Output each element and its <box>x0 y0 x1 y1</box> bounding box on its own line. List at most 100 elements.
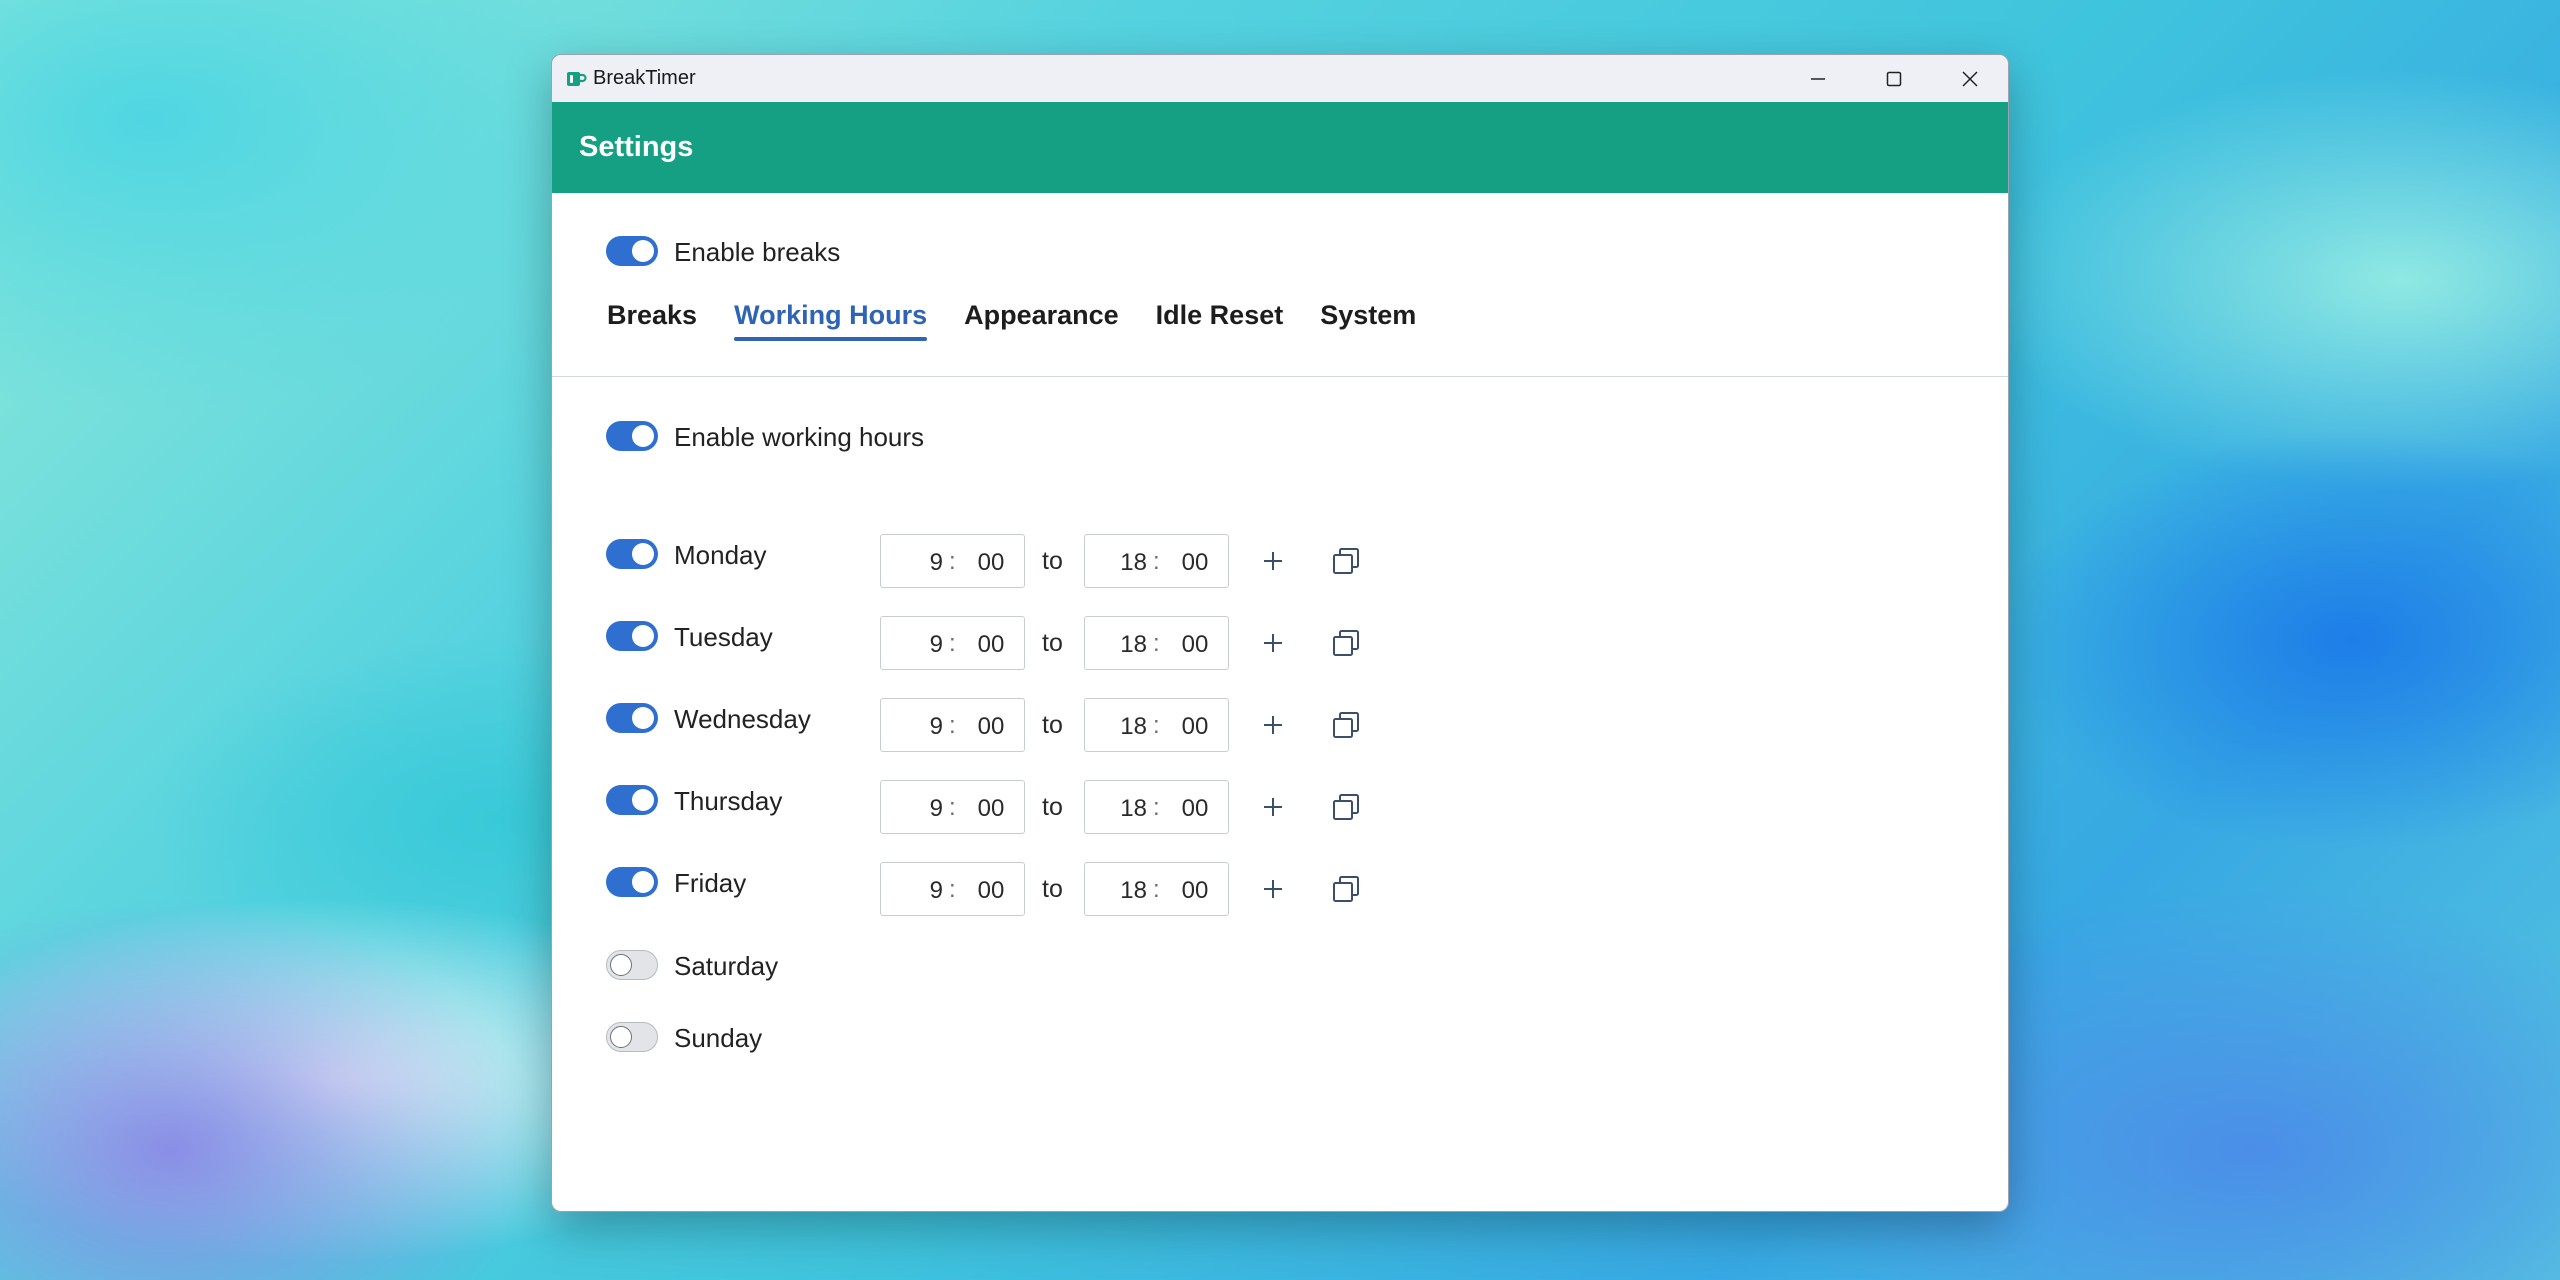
minute-field[interactable]: 00 <box>1173 549 1217 577</box>
time-separator: : <box>1153 876 1160 903</box>
day-toggle-friday[interactable] <box>606 867 658 897</box>
end-time-input[interactable]: 18:00 <box>1084 534 1229 588</box>
day-toggle-thursday[interactable] <box>606 785 658 815</box>
start-time-input[interactable]: 9:00 <box>880 780 1025 834</box>
time-separator: : <box>949 630 956 657</box>
settings-tabs: Breaks Working Hours Appearance Idle Res… <box>607 300 1453 341</box>
minute-field[interactable]: 00 <box>969 795 1013 823</box>
minute-field[interactable]: 00 <box>1173 795 1217 823</box>
toggle-knob <box>610 954 632 976</box>
add-range-button[interactable] <box>1256 626 1290 660</box>
minute-field[interactable]: 00 <box>969 631 1013 659</box>
toggle-knob <box>632 240 654 262</box>
minimize-icon <box>1811 77 1825 80</box>
minute-field[interactable]: 00 <box>969 877 1013 905</box>
copy-hours-button[interactable] <box>1329 626 1363 660</box>
enable-breaks-label: Enable breaks <box>674 237 841 267</box>
copy-hours-button[interactable] <box>1329 708 1363 742</box>
plus-icon <box>1264 798 1282 816</box>
end-time-input[interactable]: 18:00 <box>1084 862 1229 916</box>
tab-idle-reset[interactable]: Idle Reset <box>1156 300 1284 341</box>
time-separator: : <box>1153 712 1160 739</box>
toggle-knob <box>632 789 654 811</box>
toggle-knob <box>632 625 654 647</box>
start-time-input[interactable]: 9:00 <box>880 862 1025 916</box>
hour-field[interactable]: 9 <box>881 795 943 823</box>
day-toggle-saturday[interactable] <box>606 950 658 980</box>
start-time-input[interactable]: 9:00 <box>880 616 1025 670</box>
start-time-input[interactable]: 9:00 <box>880 698 1025 752</box>
enable-working-hours-toggle[interactable] <box>606 421 658 451</box>
close-button[interactable] <box>1932 55 2008 102</box>
day-toggle-tuesday[interactable] <box>606 621 658 651</box>
end-time-input[interactable]: 18:00 <box>1084 616 1229 670</box>
start-time-input[interactable]: 9:00 <box>880 534 1025 588</box>
day-label: Monday <box>674 540 767 570</box>
hour-field[interactable]: 9 <box>881 631 943 659</box>
minute-field[interactable]: 00 <box>1173 631 1217 659</box>
add-range-button[interactable] <box>1256 790 1290 824</box>
day-label: Wednesday <box>674 704 811 734</box>
settings-header: Settings <box>552 102 2008 193</box>
toggle-knob <box>632 707 654 729</box>
time-separator: : <box>949 548 956 575</box>
hour-field[interactable]: 18 <box>1085 549 1147 577</box>
copy-hours-button[interactable] <box>1329 790 1363 824</box>
maximize-button[interactable] <box>1856 55 1932 102</box>
hour-field[interactable]: 18 <box>1085 713 1147 741</box>
to-label: to <box>1042 793 1063 821</box>
page-title: Settings <box>579 131 694 163</box>
day-label: Thursday <box>674 786 783 816</box>
time-separator: : <box>1153 794 1160 821</box>
app-title: BreakTimer <box>593 67 696 89</box>
day-toggle-sunday[interactable] <box>606 1022 658 1052</box>
day-label: Sunday <box>674 1023 763 1053</box>
end-time-input[interactable]: 18:00 <box>1084 780 1229 834</box>
hour-field[interactable]: 9 <box>881 713 943 741</box>
title-bar[interactable]: BreakTimer <box>552 55 2008 102</box>
coffee-cup-icon <box>565 68 587 90</box>
hour-field[interactable]: 9 <box>881 877 943 905</box>
day-label: Friday <box>674 868 747 898</box>
time-separator: : <box>949 876 956 903</box>
close-icon <box>1962 70 1978 87</box>
tab-breaks[interactable]: Breaks <box>607 300 697 341</box>
toggle-knob <box>632 425 654 447</box>
to-label: to <box>1042 547 1063 575</box>
tab-appearance[interactable]: Appearance <box>964 300 1119 341</box>
plus-icon <box>1264 716 1282 734</box>
copy-icon <box>1333 548 1359 574</box>
toggle-knob <box>610 1026 632 1048</box>
toggle-knob <box>632 543 654 565</box>
minute-field[interactable]: 00 <box>1173 877 1217 905</box>
copy-icon <box>1333 712 1359 738</box>
copy-icon <box>1333 630 1359 656</box>
time-separator: : <box>949 712 956 739</box>
end-time-input[interactable]: 18:00 <box>1084 698 1229 752</box>
copy-hours-button[interactable] <box>1329 872 1363 906</box>
to-label: to <box>1042 629 1063 657</box>
minute-field[interactable]: 00 <box>1173 713 1217 741</box>
add-range-button[interactable] <box>1256 544 1290 578</box>
maximize-icon <box>1886 71 1902 86</box>
day-toggle-wednesday[interactable] <box>606 703 658 733</box>
hour-field[interactable]: 18 <box>1085 631 1147 659</box>
copy-icon <box>1333 794 1359 820</box>
add-range-button[interactable] <box>1256 708 1290 742</box>
hour-field[interactable]: 18 <box>1085 795 1147 823</box>
hour-field[interactable]: 9 <box>881 549 943 577</box>
copy-hours-button[interactable] <box>1329 544 1363 578</box>
tab-system[interactable]: System <box>1320 300 1416 341</box>
hour-field[interactable]: 18 <box>1085 877 1147 905</box>
plus-icon <box>1264 634 1282 652</box>
to-label: to <box>1042 711 1063 739</box>
minute-field[interactable]: 00 <box>969 713 1013 741</box>
enable-breaks-toggle[interactable] <box>606 236 658 266</box>
enable-working-hours-label: Enable working hours <box>674 422 925 452</box>
tabs-divider <box>552 376 2008 377</box>
minute-field[interactable]: 00 <box>969 549 1013 577</box>
day-toggle-monday[interactable] <box>606 539 658 569</box>
minimize-button[interactable] <box>1780 55 1856 102</box>
tab-working-hours[interactable]: Working Hours <box>734 300 928 341</box>
add-range-button[interactable] <box>1256 872 1290 906</box>
